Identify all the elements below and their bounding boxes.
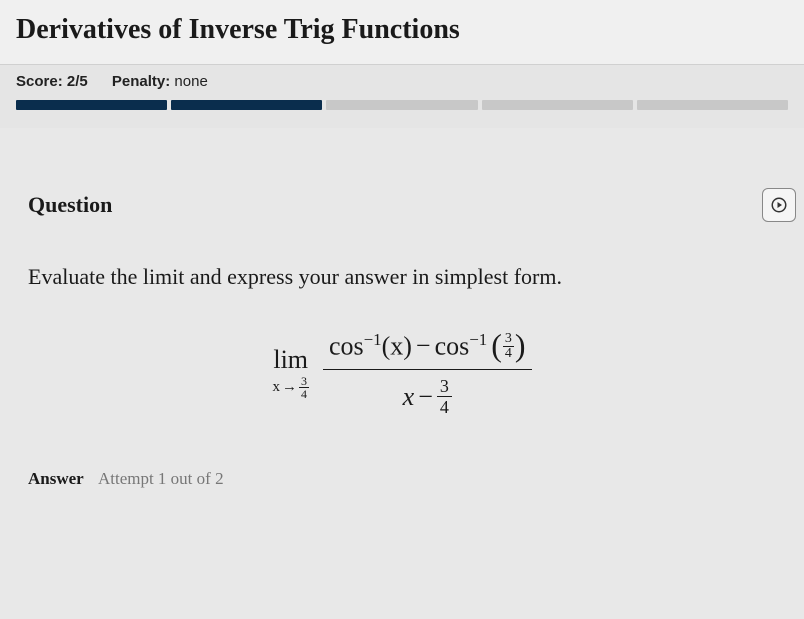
progress-segment bbox=[326, 100, 477, 110]
question-label: Question bbox=[28, 192, 112, 218]
watch-video-button[interactable] bbox=[762, 188, 796, 222]
content-area: Question Evaluate the limit and express … bbox=[0, 128, 804, 489]
penalty-value: none bbox=[174, 73, 207, 90]
progress-segment bbox=[637, 100, 788, 110]
page-title: Derivatives of Inverse Trig Functions bbox=[0, 0, 804, 64]
answer-section: Answer Attempt 1 out of 2 bbox=[28, 469, 776, 489]
progress-segment bbox=[171, 100, 322, 110]
numerator: cos−1(x) − cos−1 ( 3 4 ) bbox=[323, 327, 532, 365]
attempt-text: Attempt 1 out of 2 bbox=[98, 469, 224, 488]
progress-bar bbox=[16, 100, 788, 110]
answer-label: Answer bbox=[28, 469, 84, 488]
question-prompt: Evaluate the limit and express your answ… bbox=[28, 262, 776, 293]
play-circle-icon bbox=[770, 196, 788, 214]
progress-segment bbox=[16, 100, 167, 110]
progress-segment bbox=[482, 100, 633, 110]
penalty-label: Penalty: bbox=[112, 73, 170, 90]
question-header: Question bbox=[28, 188, 776, 222]
main-fraction: cos−1(x) − cos−1 ( 3 4 ) x − bbox=[323, 327, 532, 419]
limit-operator: lim x→ 3 4 bbox=[272, 347, 309, 400]
score-label: Score: 2/5 bbox=[16, 73, 88, 90]
score-section: Score: 2/5 Penalty: none bbox=[0, 64, 804, 128]
denominator: x − 3 4 bbox=[397, 374, 458, 419]
score-line: Score: 2/5 Penalty: none bbox=[16, 73, 788, 90]
math-expression: lim x→ 3 4 cos−1(x) − cos−1 ( bbox=[28, 327, 776, 419]
